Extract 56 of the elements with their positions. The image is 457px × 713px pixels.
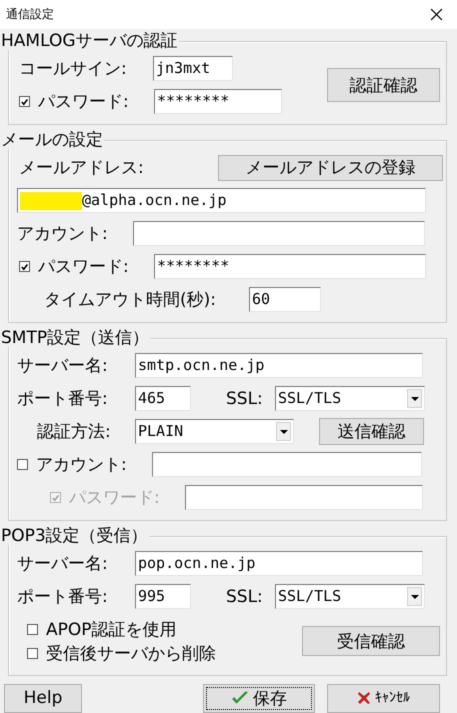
field-label: SSL: <box>226 388 264 408</box>
checkbox-label: APOP認証を使用 <box>46 618 177 640</box>
field-label: タイムアウト時間(秒): <box>44 289 217 311</box>
cancel-button[interactable]: ｷｬﾝｾﾙ <box>327 684 440 712</box>
dropdown-field[interactable]: SSL/TLS <box>275 584 425 609</box>
checkmark-icon <box>231 690 249 706</box>
checkbox[interactable] <box>17 459 28 470</box>
checkbox[interactable] <box>19 261 30 272</box>
checkbox[interactable] <box>19 96 30 107</box>
x-mark-icon <box>357 691 371 705</box>
group-title: メールの設定 <box>0 131 104 149</box>
field-label: ポート番号: <box>17 388 109 410</box>
field-label: サーバー名: <box>17 355 109 377</box>
field-label: 認証方法: <box>37 421 112 443</box>
dropdown-value: PLAIN <box>138 421 184 442</box>
input-field[interactable]: 465 <box>135 386 191 411</box>
field-label: ポート番号: <box>17 586 109 608</box>
dropdown-field[interactable]: PLAIN <box>135 419 294 444</box>
checkbox[interactable] <box>27 624 38 634</box>
register-address-button[interactable]: メールアドレスの登録 <box>218 154 443 180</box>
input-field[interactable] <box>152 452 422 477</box>
input-field[interactable]: 995 <box>135 584 191 609</box>
field-label: アカウント: <box>17 223 109 245</box>
input-field[interactable] <box>185 485 423 510</box>
email-text: @alpha.ocn.ne.jp <box>82 190 226 211</box>
auth-check-button[interactable]: 認証確認 <box>327 68 440 102</box>
help-button[interactable]: Help <box>4 684 82 712</box>
dropdown-value: SSL/TLS <box>278 586 342 607</box>
checkbox[interactable] <box>27 648 38 658</box>
input-field[interactable]: ******** <box>154 254 426 279</box>
input-field[interactable]: @alpha.ocn.ne.jp <box>17 188 426 213</box>
input-field[interactable]: smtp.ocn.ne.jp <box>135 353 423 378</box>
group-title: HAMLOGサーバの認証 <box>0 32 178 50</box>
save-button[interactable]: 保存 <box>203 684 315 712</box>
field-label: パスワード: <box>38 256 130 278</box>
field-label: SSL: <box>226 586 264 606</box>
dropdown-value: SSL/TLS <box>278 388 342 409</box>
dropdown-field[interactable]: SSL/TLS <box>275 386 425 411</box>
input-field[interactable]: ******** <box>154 89 282 114</box>
window-title: 通信設定 <box>6 6 54 23</box>
group-title: SMTP設定（送信） <box>0 329 150 347</box>
checkbox-label: 受信後サーバから削除 <box>46 642 216 664</box>
input-field[interactable]: jn3mxt <box>153 56 233 81</box>
field-label: パスワード: <box>69 487 161 509</box>
field-label: コールサイン: <box>19 58 128 80</box>
field-label: メールアドレス: <box>19 157 144 179</box>
field-label: アカウント: <box>36 454 128 476</box>
field-label: サーバー名: <box>17 553 109 575</box>
input-field[interactable]: pop.ocn.ne.jp <box>135 551 423 576</box>
input-field[interactable] <box>133 221 425 246</box>
group-title: POP3設定（受信） <box>0 527 149 545</box>
close-icon[interactable] <box>430 8 443 21</box>
input-field[interactable]: 60 <box>249 287 321 312</box>
field-label: パスワード: <box>38 91 130 113</box>
send-test-button[interactable]: 送信確認 <box>319 418 424 445</box>
receive-test-button[interactable]: 受信確認 <box>302 626 440 656</box>
